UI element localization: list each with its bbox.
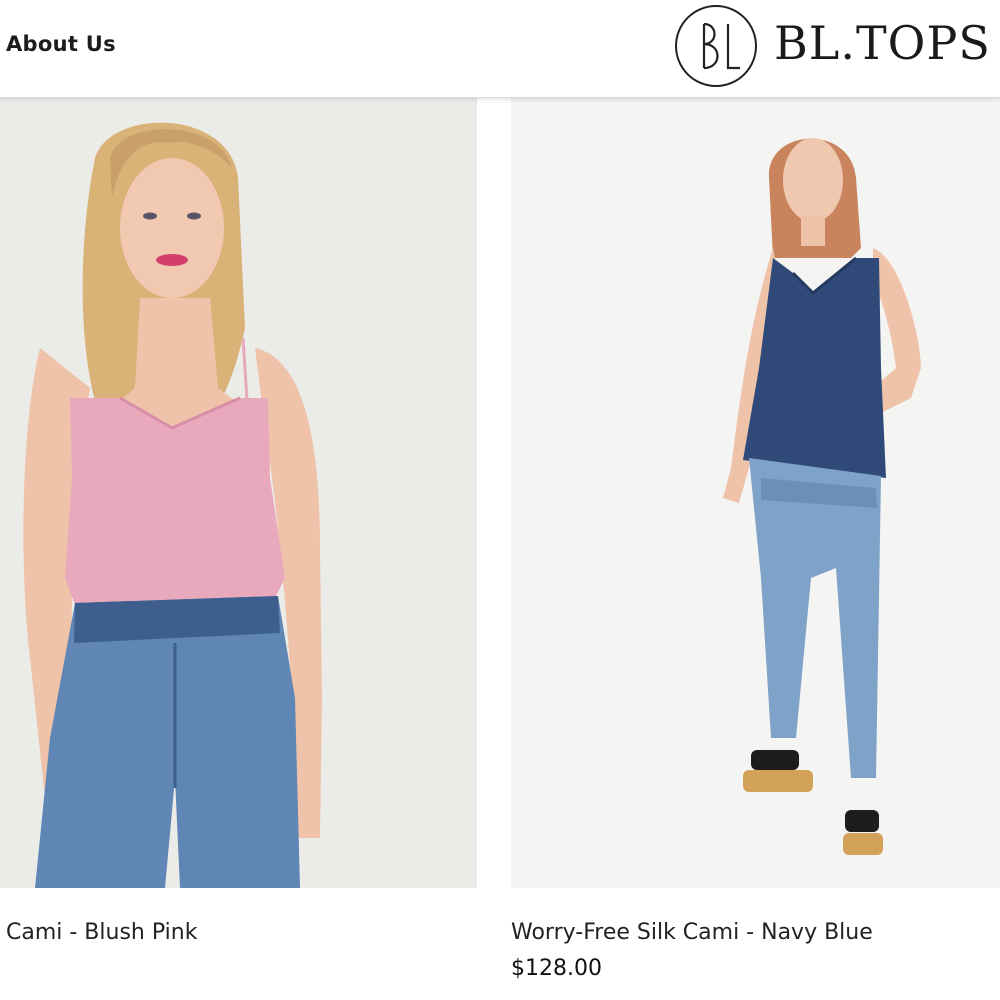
nav-about-us-link[interactable]: About Us xyxy=(6,32,116,56)
logo-wordmark: BL.TOPS xyxy=(774,16,991,70)
logo-monogram-icon xyxy=(675,5,757,87)
product-title[interactable]: Worry-Free Silk Cami - Navy Blue xyxy=(511,920,873,945)
model-navy-blue-photo xyxy=(511,98,1000,888)
product-image[interactable] xyxy=(511,98,1000,888)
brand-logo[interactable]: BL.TOPS xyxy=(674,2,994,92)
product-title[interactable]: Cami - Blush Pink xyxy=(6,920,197,945)
product-price: $128.00 xyxy=(511,956,602,981)
product-image[interactable] xyxy=(0,98,477,888)
model-blush-pink-photo xyxy=(0,98,477,888)
product-grid: Cami - Blush Pink Worry-Free Silk Cami -… xyxy=(0,98,1000,1000)
site-header: About Us BL.TOPS xyxy=(0,0,1000,98)
